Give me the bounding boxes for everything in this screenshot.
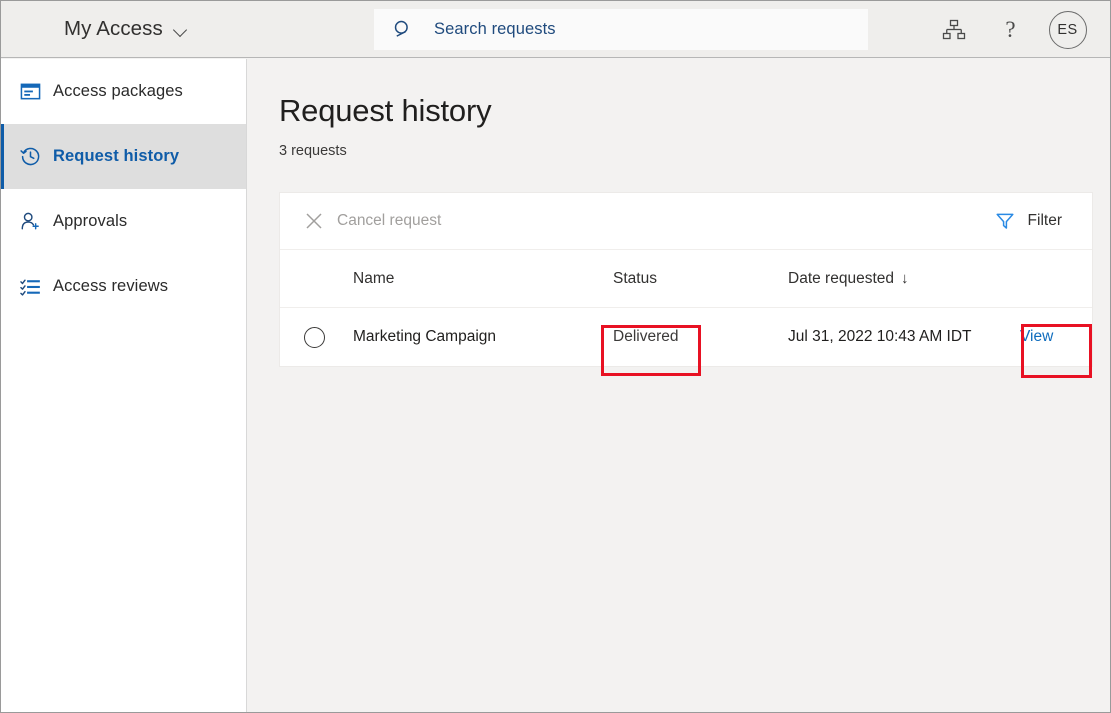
help-icon: ?	[1005, 17, 1015, 43]
my-access-app: My Access Search requests	[0, 0, 1111, 713]
sidebar-item-approvals[interactable]: Approvals	[1, 189, 246, 254]
sidebar-item-request-history[interactable]: Request history	[1, 124, 246, 189]
avatar[interactable]: ES	[1049, 11, 1087, 49]
checklist-icon	[19, 276, 41, 298]
org-chart-icon	[942, 18, 966, 42]
search-icon	[393, 19, 414, 40]
table-header-row: Name Status Date requested ↓	[280, 250, 1092, 308]
table-row[interactable]: Marketing Campaign Delivered Jul 31, 202…	[280, 308, 1092, 366]
row-radio-button[interactable]	[304, 327, 325, 348]
view-link[interactable]: View	[1020, 328, 1053, 345]
column-header-date-label: Date requested	[788, 270, 894, 287]
brand-menu[interactable]: My Access	[64, 17, 188, 41]
sort-descending-icon: ↓	[901, 270, 909, 287]
cell-status: Delivered	[613, 328, 788, 346]
close-x-icon	[304, 211, 324, 231]
account-button[interactable]: ES	[1039, 1, 1096, 58]
sidebar: Access packages Request history	[1, 59, 247, 712]
brand-title: My Access	[64, 17, 163, 41]
request-count: 3 requests	[279, 143, 1110, 159]
help-button[interactable]: ?	[982, 1, 1039, 58]
sidebar-item-label: Access reviews	[53, 277, 168, 296]
person-add-icon	[19, 211, 41, 233]
sidebar-item-label: Approvals	[53, 212, 127, 231]
search-box[interactable]: Search requests	[374, 9, 868, 50]
app-header: My Access Search requests	[1, 1, 1110, 58]
cell-actions: View	[1020, 328, 1092, 346]
column-header-status[interactable]: Status	[613, 270, 788, 288]
cancel-request-button[interactable]: Cancel request	[296, 205, 449, 237]
column-header-name[interactable]: Name	[353, 270, 613, 288]
search-input[interactable]: Search requests	[434, 20, 556, 39]
header-actions: ? ES	[925, 1, 1096, 58]
sidebar-item-label: Access packages	[53, 82, 183, 101]
chevron-down-icon	[174, 23, 188, 37]
sidebar-item-label: Request history	[53, 147, 179, 166]
package-icon	[19, 81, 41, 103]
clock-history-icon	[19, 146, 41, 168]
requests-card: Cancel request Filter Name Status Date r…	[279, 192, 1093, 367]
status-badge: Delivered	[613, 328, 678, 345]
cancel-request-label: Cancel request	[337, 212, 441, 230]
column-header-date-requested[interactable]: Date requested ↓	[788, 270, 1020, 288]
filter-button[interactable]: Filter	[987, 205, 1070, 237]
sidebar-item-access-packages[interactable]: Access packages	[1, 59, 246, 124]
command-bar: Cancel request Filter	[280, 193, 1092, 250]
page-title: Request history	[279, 93, 1110, 129]
filter-funnel-icon	[995, 211, 1015, 231]
org-chart-button[interactable]	[925, 1, 982, 58]
cell-date-requested: Jul 31, 2022 10:43 AM IDT	[788, 328, 1020, 346]
main-content: Request history 3 requests Cancel reques…	[248, 59, 1110, 712]
row-select-cell	[280, 327, 353, 348]
sidebar-item-access-reviews[interactable]: Access reviews	[1, 254, 246, 319]
cell-name: Marketing Campaign	[353, 328, 613, 346]
filter-label: Filter	[1028, 212, 1062, 230]
